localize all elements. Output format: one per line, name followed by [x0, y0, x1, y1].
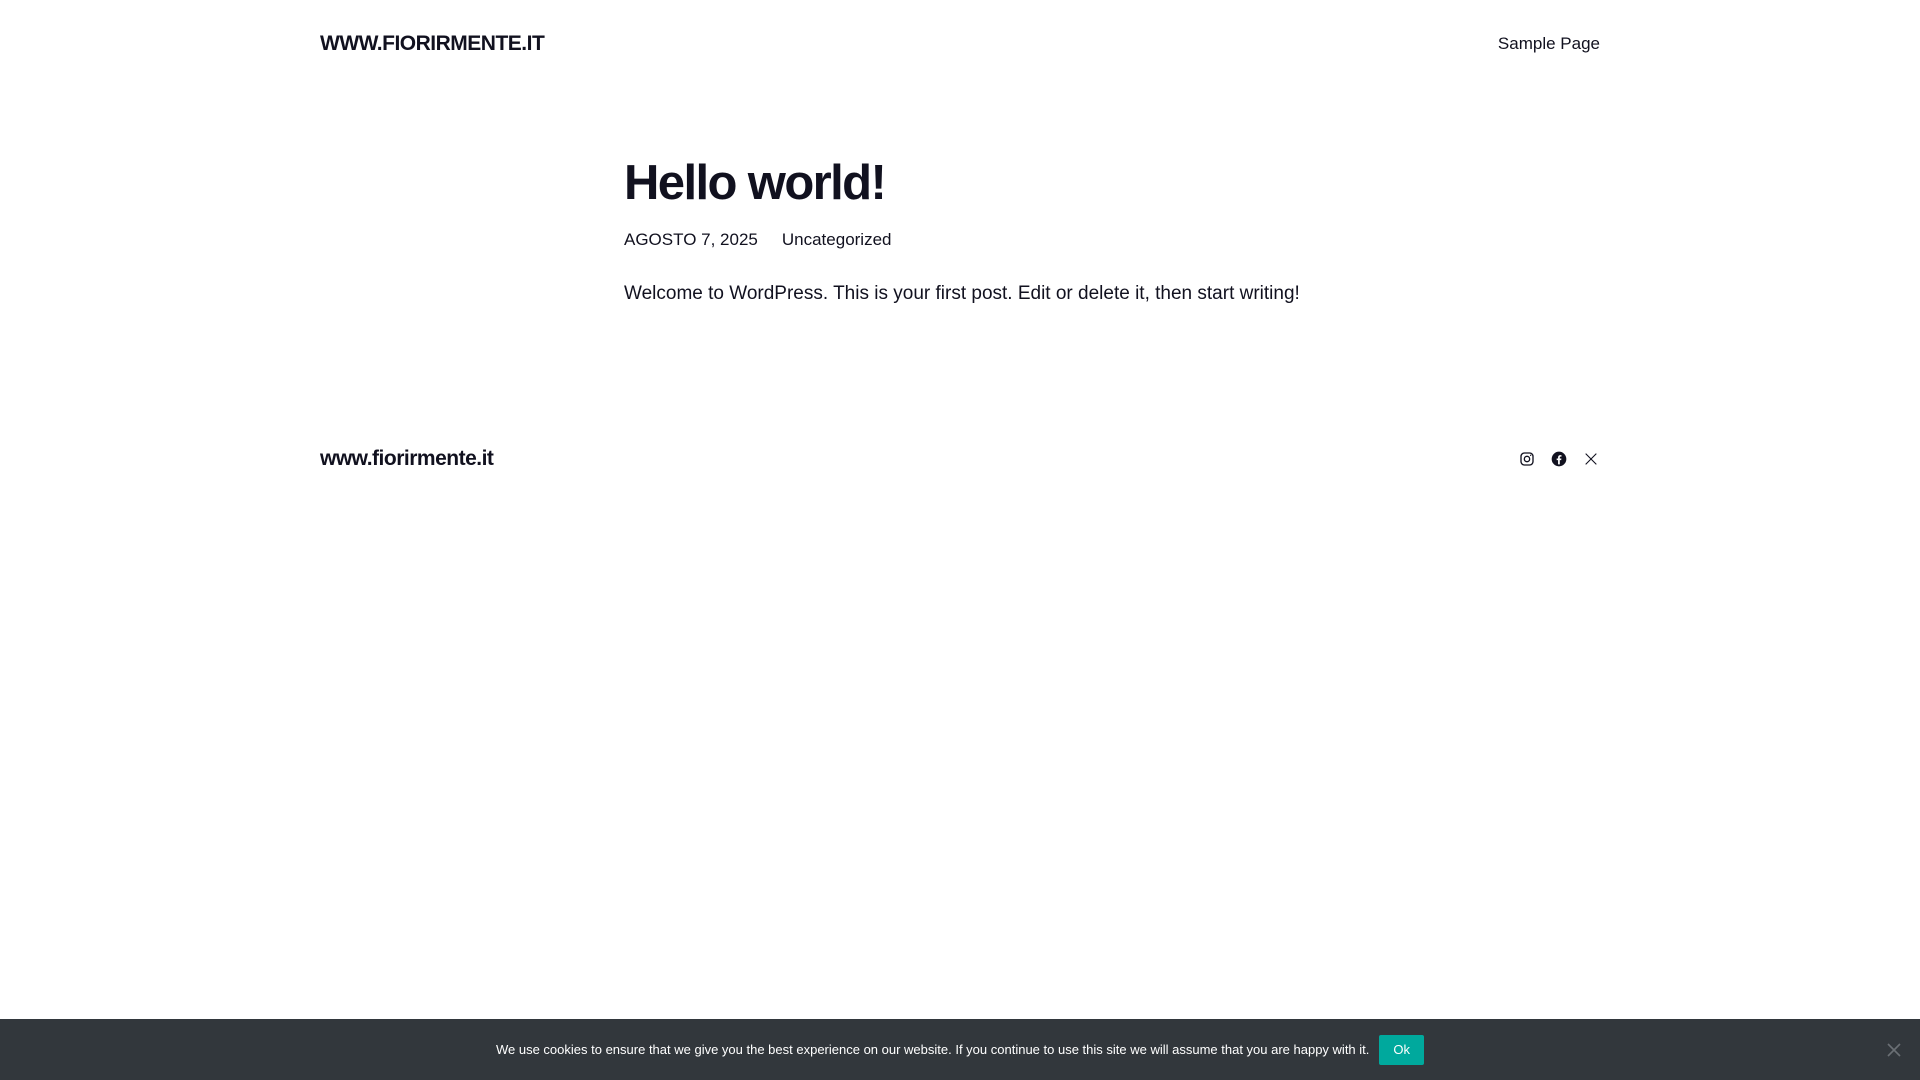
post-meta: AGOSTO 7, 2025 Uncategorized	[624, 230, 1324, 250]
social-links	[1518, 450, 1600, 468]
x-icon[interactable]	[1582, 450, 1600, 468]
post-category-link[interactable]: Uncategorized	[782, 230, 892, 250]
footer-site-title-link[interactable]: www.fiorirmente.it	[320, 447, 494, 471]
post: Hello world! AGOSTO 7, 2025 Uncategorize…	[624, 150, 1324, 327]
site-header: WWW.FIORIRMENTE.IT Sample Page	[320, 0, 1600, 88]
close-icon[interactable]	[1884, 1040, 1904, 1060]
page: WWW.FIORIRMENTE.IT Sample Page Hello wor…	[0, 0, 1920, 1080]
facebook-icon[interactable]	[1550, 450, 1568, 468]
post-date: AGOSTO 7, 2025	[624, 230, 758, 249]
instagram-icon[interactable]	[1518, 450, 1536, 468]
site-footer: www.fiorirmente.it	[320, 440, 1600, 478]
cookie-ok-button[interactable]: Ok	[1379, 1034, 1425, 1065]
site-title-link[interactable]: WWW.FIORIRMENTE.IT	[320, 32, 545, 56]
main-navigation: Sample Page	[1498, 34, 1600, 54]
post-content: Welcome to WordPress. This is your first…	[624, 283, 1300, 304]
cookie-notice: We use cookies to ensure that we give yo…	[0, 1019, 1920, 1080]
cookie-notice-text: We use cookies to ensure that we give yo…	[495, 1042, 1370, 1057]
post-title: Hello world!	[624, 156, 887, 210]
nav-item-sample-page[interactable]: Sample Page	[1498, 34, 1600, 53]
